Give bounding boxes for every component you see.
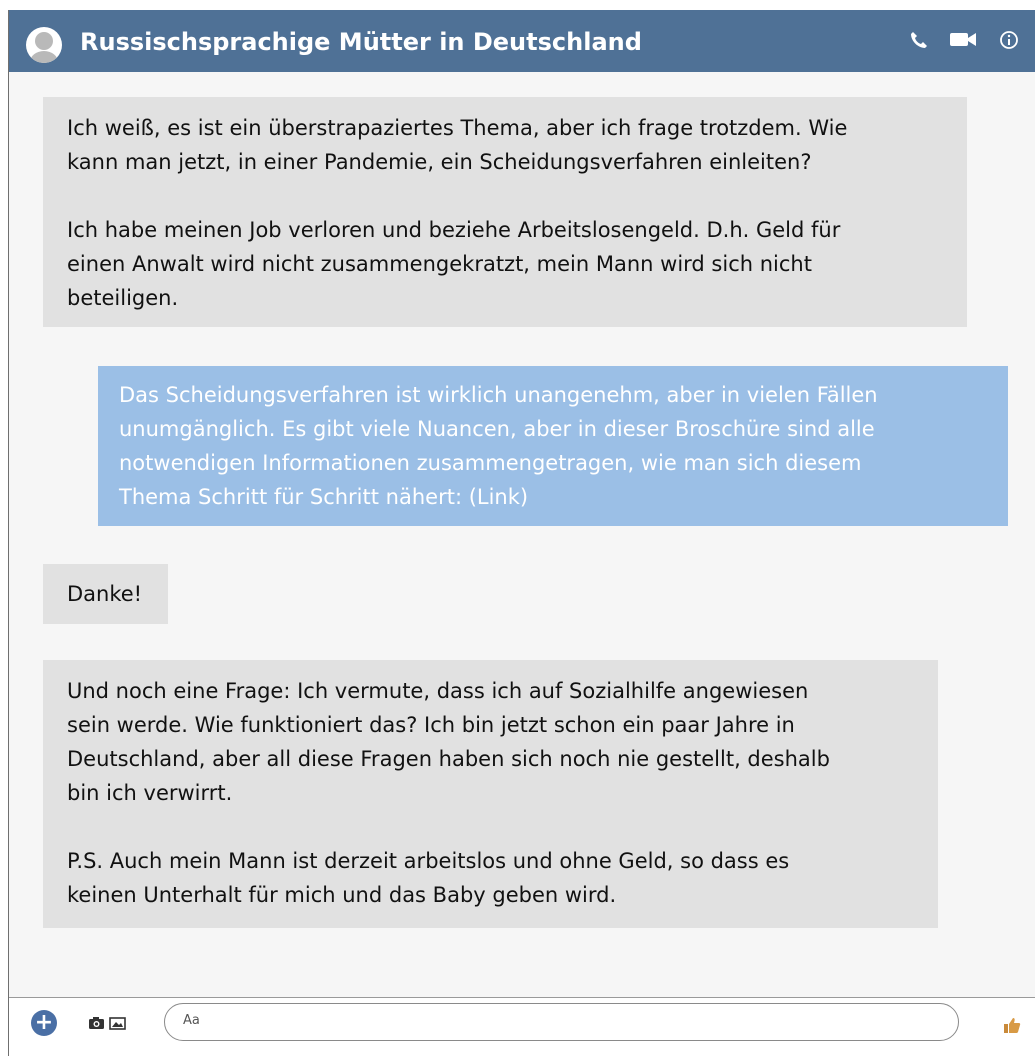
like-icon[interactable]	[1003, 1016, 1021, 1034]
plus-icon[interactable]: +	[31, 1010, 57, 1036]
avatar-head	[35, 32, 53, 50]
avatar-icon[interactable]	[26, 27, 62, 63]
info-icon[interactable]	[999, 30, 1019, 50]
message-incoming-1: Ich weiß, es ist ein überstrapaziertes T…	[43, 97, 967, 327]
message-list[interactable]: Ich weiß, es ist ein überstrapaziertes T…	[9, 72, 1035, 1002]
gallery-icon[interactable]	[109, 1016, 126, 1030]
message-incoming-2: Danke!	[43, 564, 168, 624]
chat-title: Russischsprachige Mütter in Deutschland	[80, 28, 642, 56]
message-outgoing-1: Das Scheidungsverfahren ist wirklich una…	[98, 366, 1008, 526]
message-input-placeholder: Aa	[183, 1013, 200, 1028]
chat-header: Russischsprachige Mütter in Deutschland	[9, 10, 1035, 72]
message-input[interactable]: Aa	[164, 1003, 959, 1041]
composer-bar: + Aa	[9, 997, 1035, 1056]
phone-icon[interactable]	[909, 30, 929, 50]
camera-icon[interactable]	[88, 1016, 105, 1030]
message-incoming-3: Und noch eine Frage: Ich vermute, dass i…	[43, 660, 938, 928]
video-icon[interactable]	[949, 30, 977, 48]
avatar-body	[30, 51, 58, 63]
chat-window: Russischsprachige Mütter in Deutschland …	[8, 10, 1035, 1056]
